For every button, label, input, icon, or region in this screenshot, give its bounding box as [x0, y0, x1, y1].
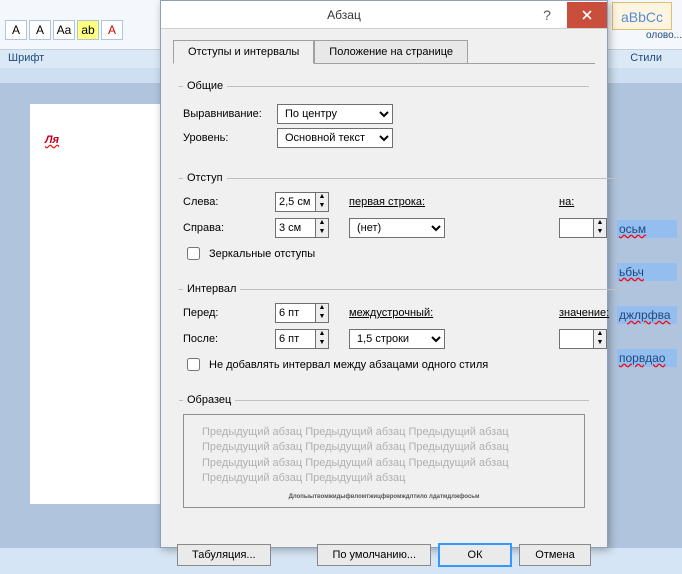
spacing-at-input[interactable] [559, 329, 593, 349]
spin-down-icon[interactable]: ▼ [594, 339, 606, 348]
style-preview[interactable]: aBbCc [612, 2, 672, 30]
spacing-at-label: значение: [559, 307, 619, 319]
indent-left-input[interactable] [275, 192, 315, 212]
titlebar[interactable]: Абзац ? [161, 1, 607, 29]
indent-left-spinner[interactable]: ▲▼ [275, 192, 349, 212]
spin-down-icon[interactable]: ▼ [594, 228, 606, 237]
cancel-button[interactable]: Отмена [519, 544, 591, 566]
line-spacing-select[interactable]: 1,5 строки [349, 329, 445, 349]
preview-legend: Образец [183, 394, 235, 406]
spin-up-icon[interactable]: ▲ [594, 219, 606, 228]
line-spacing-label: междустрочный: [349, 307, 459, 319]
font-color-icon[interactable]: A [101, 20, 123, 40]
spin-up-icon[interactable]: ▲ [594, 330, 606, 339]
highlight-icon[interactable]: ab [77, 20, 99, 40]
level-label: Уровень: [183, 132, 271, 144]
close-icon [582, 10, 592, 20]
spin-down-icon[interactable]: ▼ [316, 339, 328, 348]
first-line-select[interactable]: (нет) [349, 218, 445, 238]
grow-font-icon[interactable]: A [5, 20, 27, 40]
doc-text: Ля [45, 134, 145, 146]
preview-prev-para: Предыдущий абзац Предыдущий абзац Предыд… [202, 425, 566, 487]
close-button[interactable] [567, 2, 607, 28]
spacing-before-spinner[interactable]: ▲▼ [275, 303, 349, 323]
spacing-after-input[interactable] [275, 329, 315, 349]
styles-group-label: Стили [630, 52, 662, 64]
indent-by-spinner[interactable]: ▲▼ [559, 218, 619, 238]
spin-up-icon[interactable]: ▲ [316, 193, 328, 202]
alignment-select[interactable]: По центру [277, 104, 393, 124]
spacing-group: Интервал Перед: ▲▼ междустрочный: значен… [179, 283, 623, 386]
doc-selected-text: осьм ьбьч джлрфва порвдао [617, 220, 677, 392]
spin-down-icon[interactable]: ▼ [316, 228, 328, 237]
dialog-content: Общие Выравнивание: По центру Уровень: О… [161, 64, 607, 536]
help-button[interactable]: ? [527, 2, 567, 28]
preview-box: Предыдущий абзац Предыдущий абзац Предыд… [183, 414, 585, 508]
alignment-label: Выравнивание: [183, 108, 271, 120]
indent-right-input[interactable] [275, 218, 315, 238]
spacing-after-label: После: [183, 333, 271, 345]
tabs-button[interactable]: Табуляция... [177, 544, 271, 566]
mirror-indents-label: Зеркальные отступы [209, 248, 315, 260]
indent-group: Отступ Слева: ▲▼ первая строка: на: Спра… [179, 172, 623, 275]
page: Ля [30, 104, 160, 504]
spin-up-icon[interactable]: ▲ [316, 304, 328, 313]
indent-right-label: Справа: [183, 222, 271, 234]
indent-right-spinner[interactable]: ▲▼ [275, 218, 349, 238]
preview-group: Образец Предыдущий абзац Предыдущий абза… [179, 394, 589, 520]
tab-row: Отступы и интервалы Положение на страниц… [161, 29, 607, 63]
dialog-title: Абзац [161, 8, 527, 22]
preview-next-para: Следующий абзац Следующий абзац Следующи… [202, 507, 566, 508]
sel-text-1: осьм [617, 220, 677, 238]
spacing-before-input[interactable] [275, 303, 315, 323]
dialog-footer: Табуляция... По умолчанию... ОК Отмена [161, 536, 607, 574]
first-line-label: первая строка: [349, 196, 459, 208]
general-legend: Общие [183, 80, 227, 92]
tab-indents-spacing[interactable]: Отступы и интервалы [173, 40, 314, 64]
font-size-buttons: A A Aa ab A [5, 20, 123, 40]
paragraph-dialog: Абзац ? Отступы и интервалы Положение на… [160, 0, 608, 548]
spacing-after-spinner[interactable]: ▲▼ [275, 329, 349, 349]
shrink-font-icon[interactable]: A [29, 20, 51, 40]
spin-down-icon[interactable]: ▼ [316, 202, 328, 211]
sel-text-2: ьбьч [617, 263, 677, 281]
ok-button[interactable]: ОК [439, 544, 511, 566]
spin-up-icon[interactable]: ▲ [316, 219, 328, 228]
tab-page-position[interactable]: Положение на странице [314, 40, 468, 64]
font-group-label: Шрифт [8, 52, 44, 64]
mirror-indents-checkbox[interactable] [187, 247, 200, 260]
no-space-same-style-checkbox[interactable] [187, 358, 200, 371]
spin-down-icon[interactable]: ▼ [316, 313, 328, 322]
spacing-legend: Интервал [183, 283, 240, 295]
indent-by-input[interactable] [559, 218, 593, 238]
indent-left-label: Слева: [183, 196, 271, 208]
spin-up-icon[interactable]: ▲ [316, 330, 328, 339]
spacing-at-spinner[interactable]: ▲▼ [559, 329, 619, 349]
no-space-same-style-label: Не добавлять интервал между абзацами одн… [209, 359, 488, 371]
spacing-before-label: Перед: [183, 307, 271, 319]
change-case-icon[interactable]: Aa [53, 20, 75, 40]
indent-by-label: на: [559, 196, 619, 208]
indent-legend: Отступ [183, 172, 227, 184]
sel-text-4: порвдао [617, 349, 677, 367]
level-select[interactable]: Основной текст [277, 128, 393, 148]
preview-sample-text: Длопыытвомжидыфвломтжицфвромждлтило лдат… [202, 493, 566, 501]
sel-text-3: джлрфва [617, 306, 677, 324]
style-name-hint: олово... [646, 30, 682, 41]
general-group: Общие Выравнивание: По центру Уровень: О… [179, 80, 589, 164]
set-default-button[interactable]: По умолчанию... [317, 544, 431, 566]
